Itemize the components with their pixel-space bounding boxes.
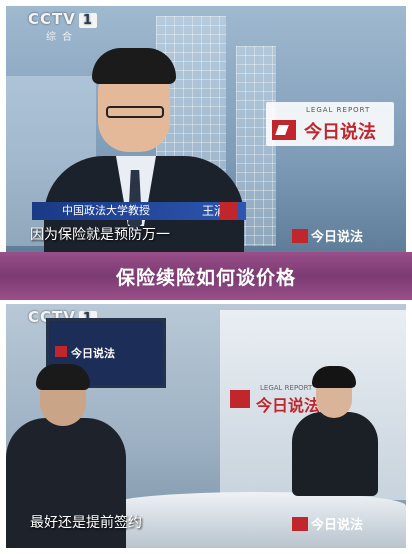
monitor-text: 今日说法 (71, 347, 115, 360)
corner-show-logo: 今日说法 (292, 514, 363, 533)
show-chinese-title: 今日说法 (304, 122, 376, 143)
title-banner: 保险续险如何谈价格 (0, 252, 412, 300)
show-mark-icon (230, 390, 250, 408)
show-mark-icon (292, 229, 308, 243)
corner-show-logo: 今日说法 (292, 226, 363, 245)
subtitle-text: 因为保险就是预防万一 (30, 227, 170, 243)
channel-logo: CCTV1 (28, 10, 97, 28)
guest-title: 中国政法大学教授 (62, 204, 150, 217)
show-chinese-title: 今日说法 (256, 396, 321, 415)
channel-sub-label: 综合 (46, 32, 78, 43)
subtitle-text: 最好还是提前签约 (30, 515, 142, 531)
glasses (106, 106, 164, 118)
video-frame-bottom: LEGAL REPORT 今日说法 CCTV1 综合 今日说法 最好还是提前签约… (6, 304, 406, 548)
guest-nameplate: 中国政法大学教授 王涌 (32, 202, 246, 220)
show-mark-icon (272, 120, 296, 140)
show-english-title: LEGAL REPORT (260, 384, 313, 392)
banner-title: 保险续险如何谈价格 (115, 266, 296, 289)
show-mark-icon (292, 517, 308, 531)
video-frame-top: CCTV 1 综合 LEGAL REPORT 今日说法 中国政法大学教授 王涌 因… (6, 6, 406, 254)
show-mark-icon (55, 346, 67, 357)
show-english-title: LEGAL REPORT (306, 106, 371, 114)
host-figure (292, 412, 378, 496)
show-logo-card: LEGAL REPORT 今日说法 (266, 102, 394, 146)
